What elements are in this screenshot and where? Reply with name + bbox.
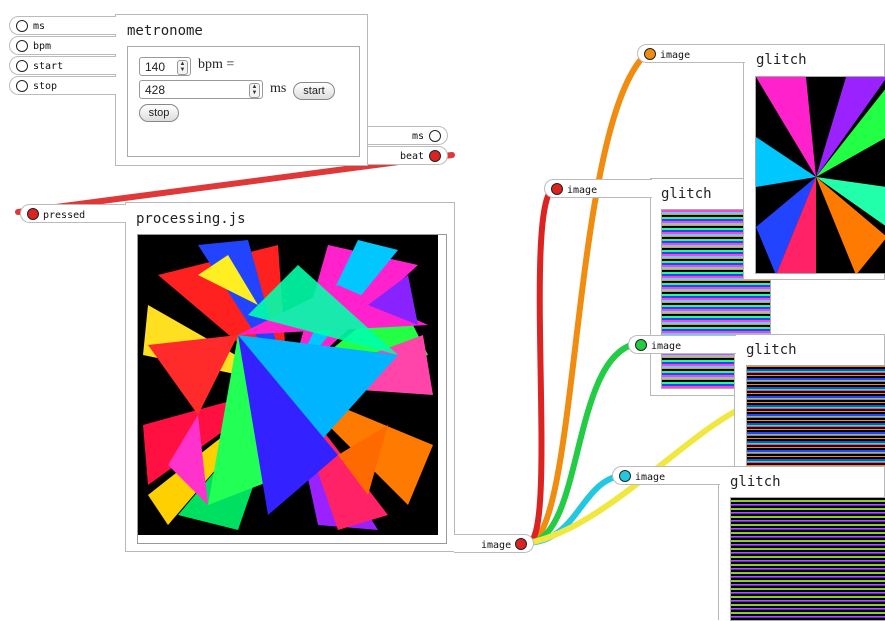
metronome-title: metronome	[127, 23, 203, 39]
bpm-value: 140	[145, 60, 166, 74]
bpm-label: bpm =	[198, 57, 235, 72]
port-label: ms	[33, 21, 46, 32]
metronome-output-ms[interactable]: ms	[368, 126, 448, 145]
glitch-image-orange	[755, 76, 885, 274]
glitch-image-cyan	[730, 497, 885, 621]
stop-button[interactable]: stop	[139, 104, 179, 122]
ms-spinner-icon[interactable]: ▲ ▼	[249, 83, 260, 98]
port-label: image	[651, 341, 682, 352]
glitch-title: glitch	[661, 186, 712, 202]
port-label: beat	[400, 151, 425, 162]
glitch-title: glitch	[756, 52, 807, 68]
port-label: image	[481, 540, 512, 551]
port-label: stop	[33, 81, 58, 92]
processing-input-pressed[interactable]: pressed	[20, 204, 126, 223]
wire-image-to-glitch-green	[525, 340, 643, 546]
port-label: bpm	[33, 41, 52, 52]
glitch-title: glitch	[746, 342, 797, 358]
glitch-title: glitch	[730, 474, 781, 490]
metronome-panel: 140 ▲ ▼ bpm = 428 ▲ ▼ ms start stop	[127, 46, 360, 157]
port-start-circle[interactable]	[16, 60, 28, 72]
metronome-node[interactable]: metronome 140 ▲ ▼ bpm = 428 ▲ ▼ ms start s…	[115, 14, 368, 166]
port-label: image	[567, 185, 598, 196]
port-label: start	[33, 61, 64, 72]
glitch-input-orange[interactable]: image	[637, 44, 745, 63]
port-label: ms	[412, 131, 425, 142]
glitch-node-orange[interactable]: glitch	[743, 44, 885, 280]
port-ms-out-circle[interactable]	[429, 130, 441, 142]
ms-input[interactable]: 428 ▲ ▼	[139, 80, 263, 99]
port-beat-circle[interactable]	[429, 150, 441, 162]
port-label: image	[660, 50, 691, 61]
processing-title: processing.js	[136, 211, 246, 227]
port-bpm-circle[interactable]	[16, 40, 28, 52]
port-image-circle[interactable]	[619, 470, 631, 482]
processing-node[interactable]: processing.js	[125, 202, 455, 552]
metronome-input-start[interactable]: start	[9, 56, 116, 75]
glitch-image-green	[746, 365, 885, 475]
bpm-input[interactable]: 140 ▲ ▼	[139, 57, 191, 76]
port-pressed-circle[interactable]	[27, 208, 39, 220]
start-button[interactable]: start	[293, 82, 335, 100]
port-image-circle[interactable]	[644, 48, 656, 60]
bpm-spinner-icon[interactable]: ▲ ▼	[177, 60, 188, 75]
glitch-input-red[interactable]: image	[544, 179, 652, 198]
port-image-out-circle[interactable]	[515, 538, 527, 550]
glitch-node-cyan[interactable]: glitch	[718, 466, 885, 621]
glitch-input-cyan[interactable]: image	[612, 466, 720, 485]
port-label: image	[635, 472, 666, 483]
metronome-input-ms[interactable]: ms	[9, 16, 116, 35]
glitch-art-orange	[756, 77, 885, 273]
port-ms-circle[interactable]	[16, 20, 28, 32]
glitch-node-green[interactable]: glitch	[734, 334, 885, 475]
port-image-circle[interactable]	[551, 183, 563, 195]
port-stop-circle[interactable]	[16, 80, 28, 92]
ms-value: 428	[145, 83, 166, 97]
ms-label: ms	[270, 81, 287, 96]
processing-art	[138, 235, 438, 535]
metronome-input-bpm[interactable]: bpm	[9, 36, 116, 55]
port-image-circle[interactable]	[635, 339, 647, 351]
metronome-input-stop[interactable]: stop	[9, 76, 116, 95]
metronome-output-beat[interactable]: beat	[368, 146, 448, 165]
processing-canvas[interactable]	[137, 234, 447, 544]
processing-output-image[interactable]: image	[454, 534, 534, 553]
port-label: pressed	[43, 210, 86, 221]
glitch-input-green[interactable]: image	[628, 335, 736, 354]
